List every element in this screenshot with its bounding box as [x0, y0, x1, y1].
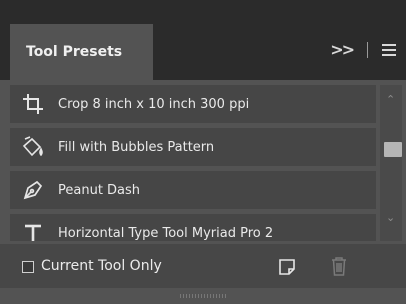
tool-presets-panel: Tool Presets >> Crop 8 inch x 10 inch 30… — [0, 0, 406, 304]
scroll-thumb[interactable] — [384, 142, 402, 157]
header-separator — [367, 41, 368, 58]
preset-label: Fill with Bubbles Pattern — [58, 139, 215, 155]
panel-top-strip — [0, 0, 406, 22]
preset-list-scrollbar[interactable]: ⌃ ⌄ — [380, 85, 402, 241]
preset-item-crop[interactable]: Crop 8 inch x 10 inch 300 ppi — [10, 85, 376, 123]
tab-label: Tool Presets — [26, 44, 123, 60]
new-preset-button[interactable] — [278, 258, 296, 276]
scroll-down-icon[interactable]: ⌄ — [386, 211, 395, 224]
panel-header-controls: >> — [330, 40, 396, 59]
preset-list: Crop 8 inch x 10 inch 300 ppi Fill with … — [10, 85, 376, 241]
preset-label: Crop 8 inch x 10 inch 300 ppi — [58, 96, 250, 112]
expand-chevrons-icon[interactable]: >> — [330, 40, 355, 59]
current-tool-only-label[interactable]: Current Tool Only — [41, 258, 162, 274]
preset-label: Peanut Dash — [58, 182, 141, 198]
preset-item-peanut-dash[interactable]: Peanut Dash — [10, 171, 376, 209]
type-tool-icon — [20, 222, 46, 241]
tab-tool-presets[interactable]: Tool Presets — [10, 24, 153, 80]
preset-label: Horizontal Type Tool Myriad Pro 2 — [58, 225, 274, 241]
delete-preset-button[interactable] — [330, 256, 348, 276]
paint-bucket-icon — [20, 136, 46, 158]
current-tool-only-checkbox[interactable] — [22, 261, 34, 273]
crop-icon — [20, 93, 46, 115]
panel-menu-icon[interactable] — [382, 43, 396, 56]
preset-item-type-tool[interactable]: Horizontal Type Tool Myriad Pro 2 — [10, 214, 376, 241]
pen-icon — [20, 179, 46, 201]
scroll-up-icon[interactable]: ⌃ — [386, 93, 395, 106]
preset-item-fill-bubbles[interactable]: Fill with Bubbles Pattern — [10, 128, 376, 166]
resize-grip[interactable] — [180, 294, 228, 298]
